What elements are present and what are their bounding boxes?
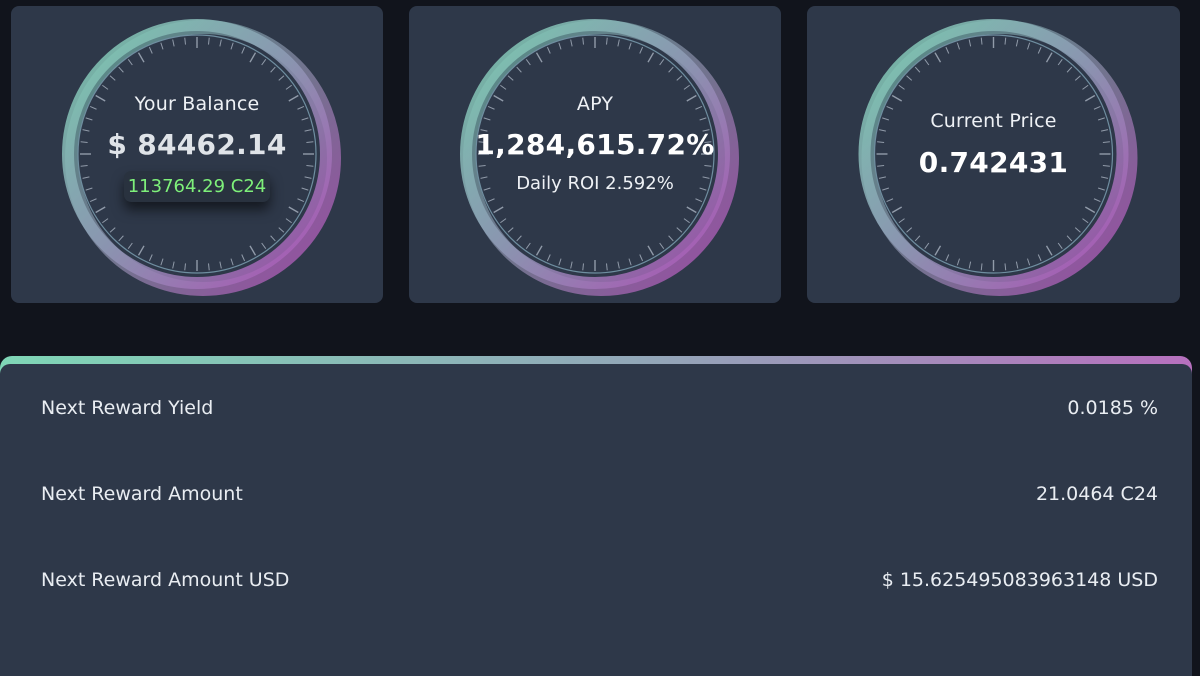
- reward-value: 21.0464 C24: [1035, 483, 1158, 505]
- apy-label: APY: [576, 93, 614, 115]
- daily-roi: Daily ROI 2.592%: [516, 173, 674, 194]
- reward-label: Next Reward Yield: [41, 397, 214, 419]
- balance-label: Your Balance: [134, 93, 260, 115]
- balance-value: $ 84462.14: [107, 128, 287, 161]
- balance-token-amount: 113764.29 C24: [123, 171, 271, 202]
- rewards-panel: Next Reward Yield 0.0185 % Next Reward A…: [0, 356, 1192, 676]
- apy-card: APY 1,284,615.72% Daily ROI 2.592%: [409, 6, 781, 303]
- reward-value: 0.0185 %: [1067, 397, 1158, 419]
- reward-row-amount: Next Reward Amount 21.0464 C24: [41, 479, 1158, 509]
- reward-row-yield: Next Reward Yield 0.0185 %: [41, 393, 1158, 423]
- reward-row-amount-usd: Next Reward Amount USD $ 15.625495083963…: [41, 565, 1158, 595]
- price-label: Current Price: [930, 110, 1057, 132]
- reward-label: Next Reward Amount USD: [41, 569, 290, 591]
- balance-card: Your Balance $ 84462.14 113764.29 C24: [11, 6, 383, 303]
- price-value: 0.742431: [918, 146, 1069, 179]
- reward-label: Next Reward Amount: [41, 483, 243, 505]
- reward-value: $ 15.625495083963148 USD: [881, 569, 1158, 591]
- price-card: Current Price 0.742431: [807, 6, 1180, 303]
- balance-token-badge: 113764.29 C24: [11, 171, 383, 202]
- apy-value: 1,284,615.72%: [475, 128, 715, 161]
- rewards-panel-body: Next Reward Yield 0.0185 % Next Reward A…: [0, 364, 1192, 676]
